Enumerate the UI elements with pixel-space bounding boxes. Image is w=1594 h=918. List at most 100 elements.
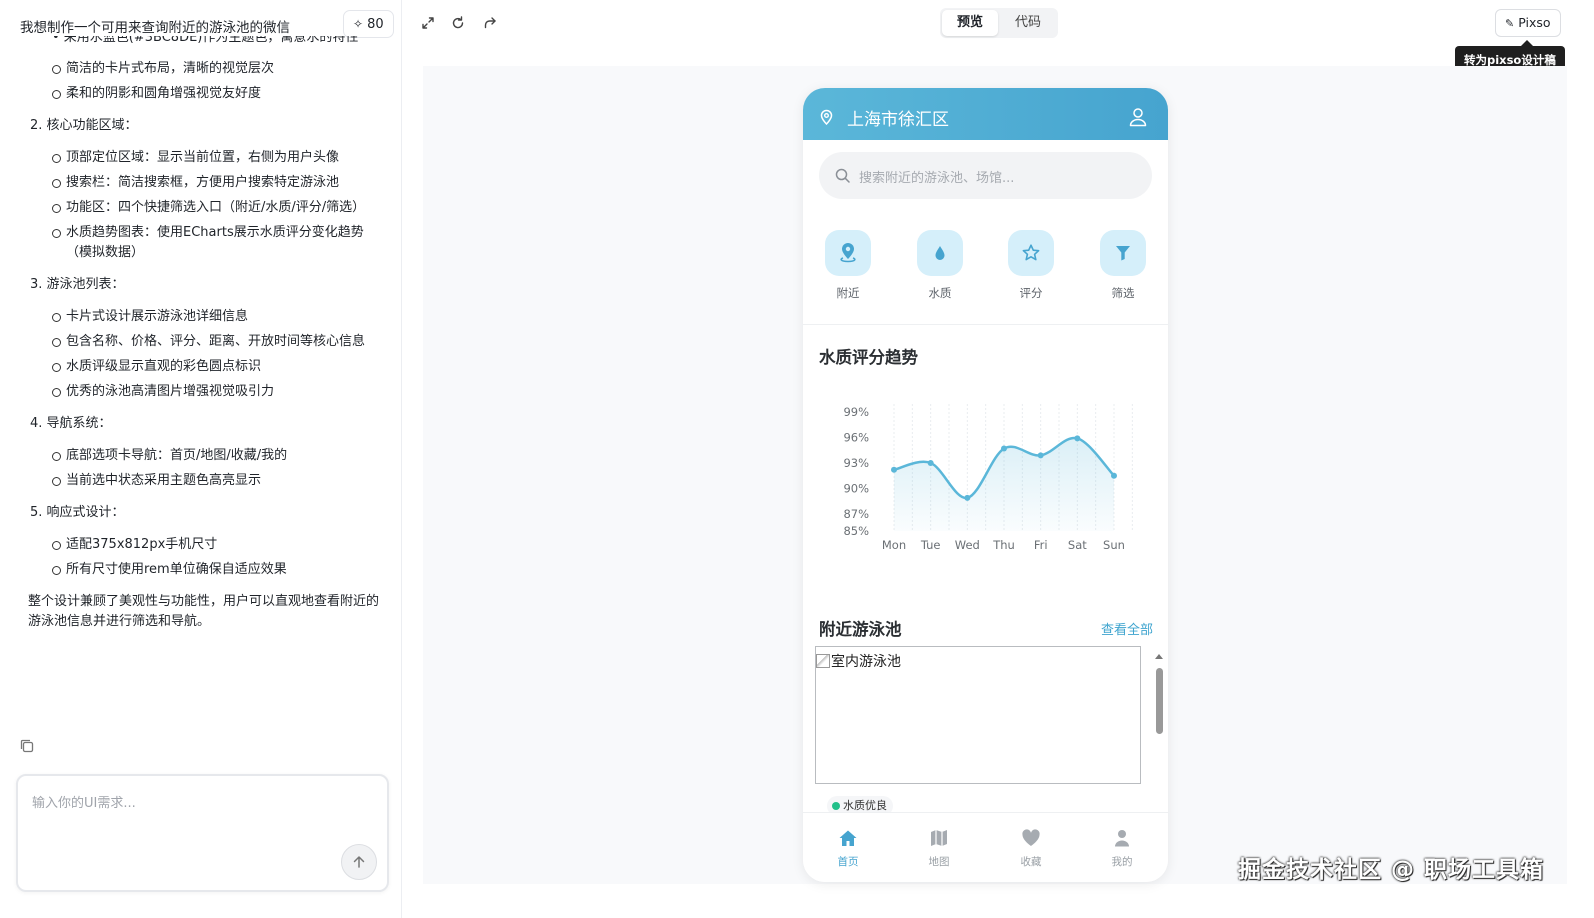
list-item: 搜索栏：简洁搜索框，方便用户搜索特定游泳池 [28, 173, 380, 193]
section3-title: 3. 游泳池列表： [30, 277, 125, 292]
view-toggle: 预览 代码 [940, 8, 1058, 38]
pixso-label: Pixso [1518, 15, 1551, 30]
section2-title: 2. 核心功能区域： [30, 118, 138, 133]
chart-title: 水质评分趋势 [819, 348, 918, 367]
chat-panel: 我想制作一个可用来查询附近的游泳池的微信 ✧ 80 • 采用水蓝色(#3BC8DE… [0, 0, 402, 918]
section-divider [803, 324, 1168, 325]
pencil-icon: ✎ [1505, 17, 1515, 30]
user-icon [1115, 830, 1129, 847]
bottom-tab-bar: 首页 地图 收藏 我的 [803, 812, 1168, 882]
prompt-placeholder: 输入你的UI需求... [32, 796, 136, 811]
list-item: 底部选项卡导航：首页/地图/收藏/我的 [28, 446, 380, 466]
refresh-icon[interactable] [449, 14, 467, 32]
x-tick-label: Tue [920, 538, 941, 552]
list-item: 所有尺寸使用rem单位确保自适应效果 [28, 560, 380, 580]
list-item: 优秀的泳池高清图片增强视觉吸引力 [28, 382, 380, 402]
phone-preview: 上海市徐汇区 搜索附近的游泳池、场馆... 附近 水质 评分 筛选 水质评分趋势… [803, 88, 1168, 882]
pixso-button[interactable]: ✎ Pixso [1495, 9, 1561, 37]
map-icon [931, 830, 947, 846]
func-filter[interactable]: 筛选 [1100, 230, 1146, 301]
redo-icon[interactable] [481, 14, 499, 32]
tab-code[interactable]: 代码 [1000, 10, 1056, 36]
credit-badge[interactable]: ✧ 80 [343, 10, 394, 38]
assistant-message: • 采用水蓝色(#3BC8DE)作为主题色，寓意水的特性 简洁的卡片式布局，清晰… [28, 36, 380, 632]
series-area [894, 437, 1114, 531]
data-point[interactable] [1074, 435, 1081, 442]
copy-icon[interactable] [19, 738, 35, 754]
list-item: 功能区：四个快捷筛选入口（附近/水质/评分/筛选） [28, 198, 380, 218]
water-drop-icon [935, 246, 945, 260]
x-tick-label: Wed [955, 538, 980, 552]
data-point[interactable] [891, 466, 897, 473]
expand-icon[interactable] [419, 14, 437, 32]
tab-profile[interactable]: 我的 [1097, 829, 1147, 869]
water-quality-chart: 85% 87% 90% 93% 96% 99% Mon Tue Wed Thu Fri Sat Sun [843, 404, 1133, 552]
y-tick-label: 93% [843, 456, 869, 470]
section1-list: 简洁的卡片式布局，清晰的视觉层次 柔和的阴影和圆角增强视觉友好度 [28, 59, 380, 104]
list-item: 顶部定位区域：显示当前位置，右侧为用户头像 [28, 148, 380, 168]
star-icon [1022, 244, 1040, 261]
list-item: 卡片式设计展示游泳池详细信息 [28, 307, 380, 327]
current-location[interactable]: 上海市徐汇区 [847, 105, 949, 130]
tab-home[interactable]: 首页 [823, 829, 873, 869]
tab-preview[interactable]: 预览 [942, 10, 998, 36]
list-item: 当前选中状态采用主题色高亮显示 [28, 471, 380, 491]
section4-title: 4. 导航系统： [30, 416, 112, 431]
func-nearby[interactable]: 附近 [825, 230, 871, 301]
x-tick-label: Thu [992, 538, 1015, 552]
y-tick-label: 90% [843, 482, 869, 496]
list-item: 包含名称、价格、评分、距离、开放时间等核心信息 [28, 332, 380, 352]
arrow-up-icon [353, 856, 365, 868]
tab-favorites[interactable]: 收藏 [1006, 829, 1056, 869]
filter-icon [1116, 246, 1130, 261]
section3-list: 卡片式设计展示游泳池详细信息 包含名称、价格、评分、距离、开放时间等核心信息 水质评… [28, 307, 380, 402]
x-tick-label: Mon [882, 538, 906, 552]
heart-icon [1022, 829, 1040, 846]
clipped-line: • 采用水蓝色(#3BC8DE)作为主题色，寓意水的特性 [52, 36, 359, 45]
chat-title: 我想制作一个可用来查询附近的游泳池的微信 [20, 20, 290, 36]
pool-image[interactable]: 室内游泳池 [815, 646, 1141, 784]
map-pin-icon[interactable] [820, 109, 833, 125]
func-rating-label: 评分 [1019, 286, 1043, 300]
data-point[interactable] [1111, 472, 1117, 479]
scrollbar[interactable] [1155, 654, 1163, 736]
list-item: 水质趋势图表：使用ECharts展示水质评分变化趋势（模拟数据） [28, 223, 380, 263]
search-icon [835, 168, 850, 183]
user-avatar-icon[interactable] [1128, 107, 1148, 127]
location-header: 上海市徐汇区 [803, 88, 1168, 140]
func-rating[interactable]: 评分 [1008, 230, 1054, 301]
data-point[interactable] [964, 494, 971, 501]
list-item: 水质评级显示直观的彩色圆点标识 [28, 357, 380, 377]
see-all-link[interactable]: 查看全部 [1101, 619, 1153, 638]
pools-title: 附近游泳池 [819, 620, 902, 639]
data-point[interactable] [927, 460, 934, 466]
tab-map-label: 地图 [928, 856, 950, 868]
scroll-up-arrow-icon[interactable] [1155, 654, 1163, 659]
send-button[interactable] [341, 844, 377, 880]
home-icon [839, 830, 857, 846]
data-point[interactable] [1037, 452, 1044, 459]
y-tick-label: 85% [843, 524, 869, 538]
pool-image-alt: 室内游泳池 [816, 651, 901, 671]
pool-search-input[interactable]: 搜索附近的游泳池、场馆... [819, 152, 1152, 199]
location-pin-icon [840, 243, 856, 263]
y-tick-label: 99% [843, 405, 869, 419]
list-item: 适配375x812px手机尺寸 [28, 535, 380, 555]
broken-image-icon [816, 654, 830, 668]
section5-title: 5. 响应式设计： [30, 505, 125, 520]
x-tick-label: Sun [1103, 538, 1125, 552]
tab-home-label: 首页 [837, 856, 859, 868]
tab-map[interactable]: 地图 [914, 829, 964, 869]
func-water-quality[interactable]: 水质 [917, 230, 963, 301]
func-water-label: 水质 [928, 286, 952, 300]
y-tick-label: 96% [843, 431, 869, 445]
sparkle-icon: ✧ [353, 17, 364, 31]
list-item: 柔和的阴影和圆角增强视觉友好度 [28, 84, 380, 104]
preview-toolbar: 预览 代码 ✎ Pixso 转为pixso设计稿 [403, 0, 1594, 170]
section5-list: 适配375x812px手机尺寸 所有尺寸使用rem单位确保自适应效果 [28, 535, 380, 580]
x-tick-label: Sat [1068, 538, 1087, 552]
prompt-input[interactable]: 输入你的UI需求... [16, 774, 389, 892]
scroll-thumb[interactable] [1156, 668, 1163, 734]
data-point[interactable] [1001, 445, 1007, 452]
credit-count: 80 [367, 17, 384, 32]
